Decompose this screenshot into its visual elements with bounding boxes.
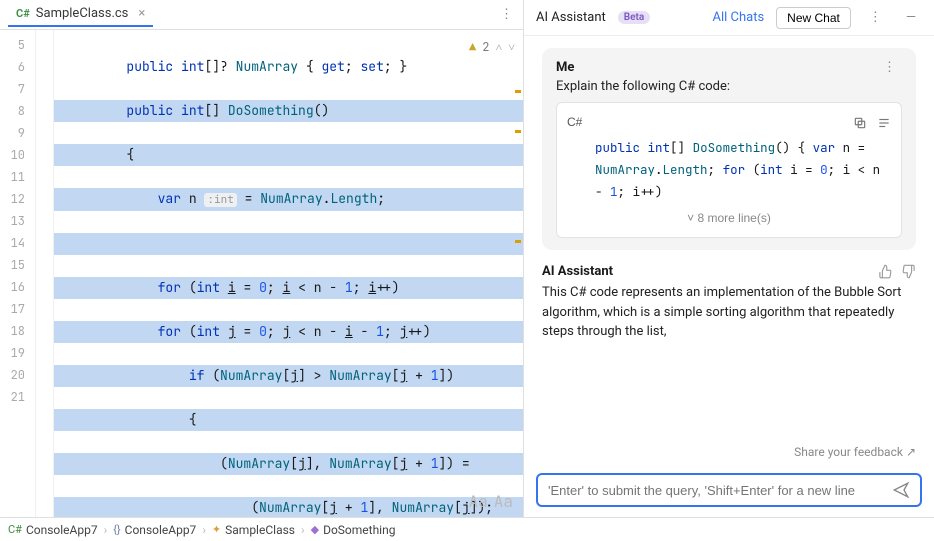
line-number: 6 (0, 56, 35, 78)
minimize-icon[interactable]: — (900, 10, 922, 25)
insert-icon[interactable] (877, 111, 891, 133)
beta-badge: Beta (618, 11, 650, 24)
ai-assistant-panel: AI Assistant Beta All Chats New Chat ⋮ —… (524, 0, 934, 517)
line-number: 20 (0, 364, 35, 386)
warning-icon: ▲ (469, 36, 476, 58)
fold-gutter (36, 30, 54, 517)
copy-icon[interactable] (853, 111, 867, 133)
chat-input-box[interactable] (536, 473, 922, 507)
breadcrumb-method[interactable]: ◆ DoSomething (311, 523, 396, 537)
text-tool-icon[interactable]: Aa (494, 491, 513, 513)
warning-count: 2 (482, 36, 489, 58)
code-area[interactable]: public int[]? NumArray { get; set; } pub… (54, 30, 523, 517)
code-lang-label: C# (567, 111, 582, 133)
csharp-file-icon: C# (16, 7, 30, 20)
new-chat-button[interactable]: New Chat (776, 7, 851, 29)
message-menu-icon[interactable]: ⋮ (877, 60, 902, 75)
code-snippet: C# public int[] DoSomething() { var n = … (556, 102, 902, 238)
file-tab[interactable]: C# SampleClass.cs × (8, 2, 153, 27)
line-number: 14 (0, 232, 35, 254)
ai-header: AI Assistant Beta All Chats New Chat ⋮ — (524, 0, 934, 36)
user-message-text: Explain the following C# code: (556, 79, 902, 94)
breadcrumbs: C# ConsoleApp7 › {} ConsoleApp7 › ✦ Samp… (0, 517, 934, 541)
line-number: 10 (0, 144, 35, 166)
assistant-message: AI Assistant This C# code represents an … (542, 264, 916, 342)
error-stripe[interactable] (513, 30, 523, 517)
line-number: 19 (0, 342, 35, 364)
line-number: 8 (0, 100, 35, 122)
tab-bar: C# SampleClass.cs × ⋮ (0, 0, 523, 30)
close-tab-icon[interactable]: × (138, 6, 145, 21)
line-number: 9 (0, 122, 35, 144)
line-number: 21 (0, 386, 35, 408)
namespace-icon: {} (113, 523, 120, 536)
line-number: 13 (0, 210, 35, 232)
chat-input-area (524, 465, 934, 517)
line-number: 18 (0, 320, 35, 342)
kebab-menu-icon[interactable]: ⋮ (863, 10, 888, 25)
feedback-link[interactable]: Share your feedback ↗ (524, 441, 934, 465)
tab-menu-icon[interactable]: ⋮ (490, 7, 523, 22)
line-number: 11 (0, 166, 35, 188)
thumbs-down-icon[interactable] (901, 264, 916, 279)
breadcrumb-separator: › (202, 523, 206, 537)
send-icon[interactable] (892, 481, 910, 499)
line-number: 16 (0, 276, 35, 298)
editor-body: 5 6 7 8 9 10 11 12 13 14 15 16 17 18 19 … (0, 30, 523, 517)
breadcrumb-namespace[interactable]: {} ConsoleApp7 (113, 523, 196, 537)
breadcrumb-separator: › (104, 523, 108, 537)
line-number: 17 (0, 298, 35, 320)
all-chats-link[interactable]: All Chats (712, 10, 764, 25)
breadcrumb-separator: › (301, 523, 305, 537)
assistant-message-text: This C# code represents an implementatio… (542, 283, 916, 342)
chat-content: Me ⋮ Explain the following C# code: C# (524, 36, 934, 441)
editor-pane: C# SampleClass.cs × ⋮ 5 6 7 8 9 10 11 12… (0, 0, 524, 517)
line-number-gutter: 5 6 7 8 9 10 11 12 13 14 15 16 17 18 19 … (0, 30, 36, 517)
external-link-icon: ↗ (906, 445, 916, 459)
text-tool-icon[interactable]: Aa (469, 491, 488, 513)
breadcrumb-class[interactable]: ✦ SampleClass (212, 523, 295, 537)
csharp-project-icon: C# (8, 523, 22, 536)
assistant-label: AI Assistant (542, 264, 613, 279)
line-number: 15 (0, 254, 35, 276)
user-message: Me ⋮ Explain the following C# code: C# (542, 48, 916, 250)
expand-code[interactable]: ˅ 8 more line(s) (567, 203, 891, 229)
tab-filename: SampleClass.cs (36, 6, 129, 21)
ai-panel-title: AI Assistant (536, 10, 606, 25)
user-label: Me (556, 60, 574, 75)
breadcrumb-project[interactable]: C# ConsoleApp7 (8, 523, 98, 537)
line-number: 5 (0, 34, 35, 56)
thumbs-up-icon[interactable] (878, 264, 893, 279)
inspection-widget[interactable]: ▲ 2 ˄ ˅ (469, 36, 515, 58)
line-number: 12 (0, 188, 35, 210)
method-icon: ◆ (311, 523, 319, 536)
chevron-up-icon[interactable]: ˄ (495, 36, 502, 58)
class-icon: ✦ (212, 523, 221, 536)
line-number: 7 (0, 78, 35, 100)
chat-input[interactable] (548, 483, 892, 498)
